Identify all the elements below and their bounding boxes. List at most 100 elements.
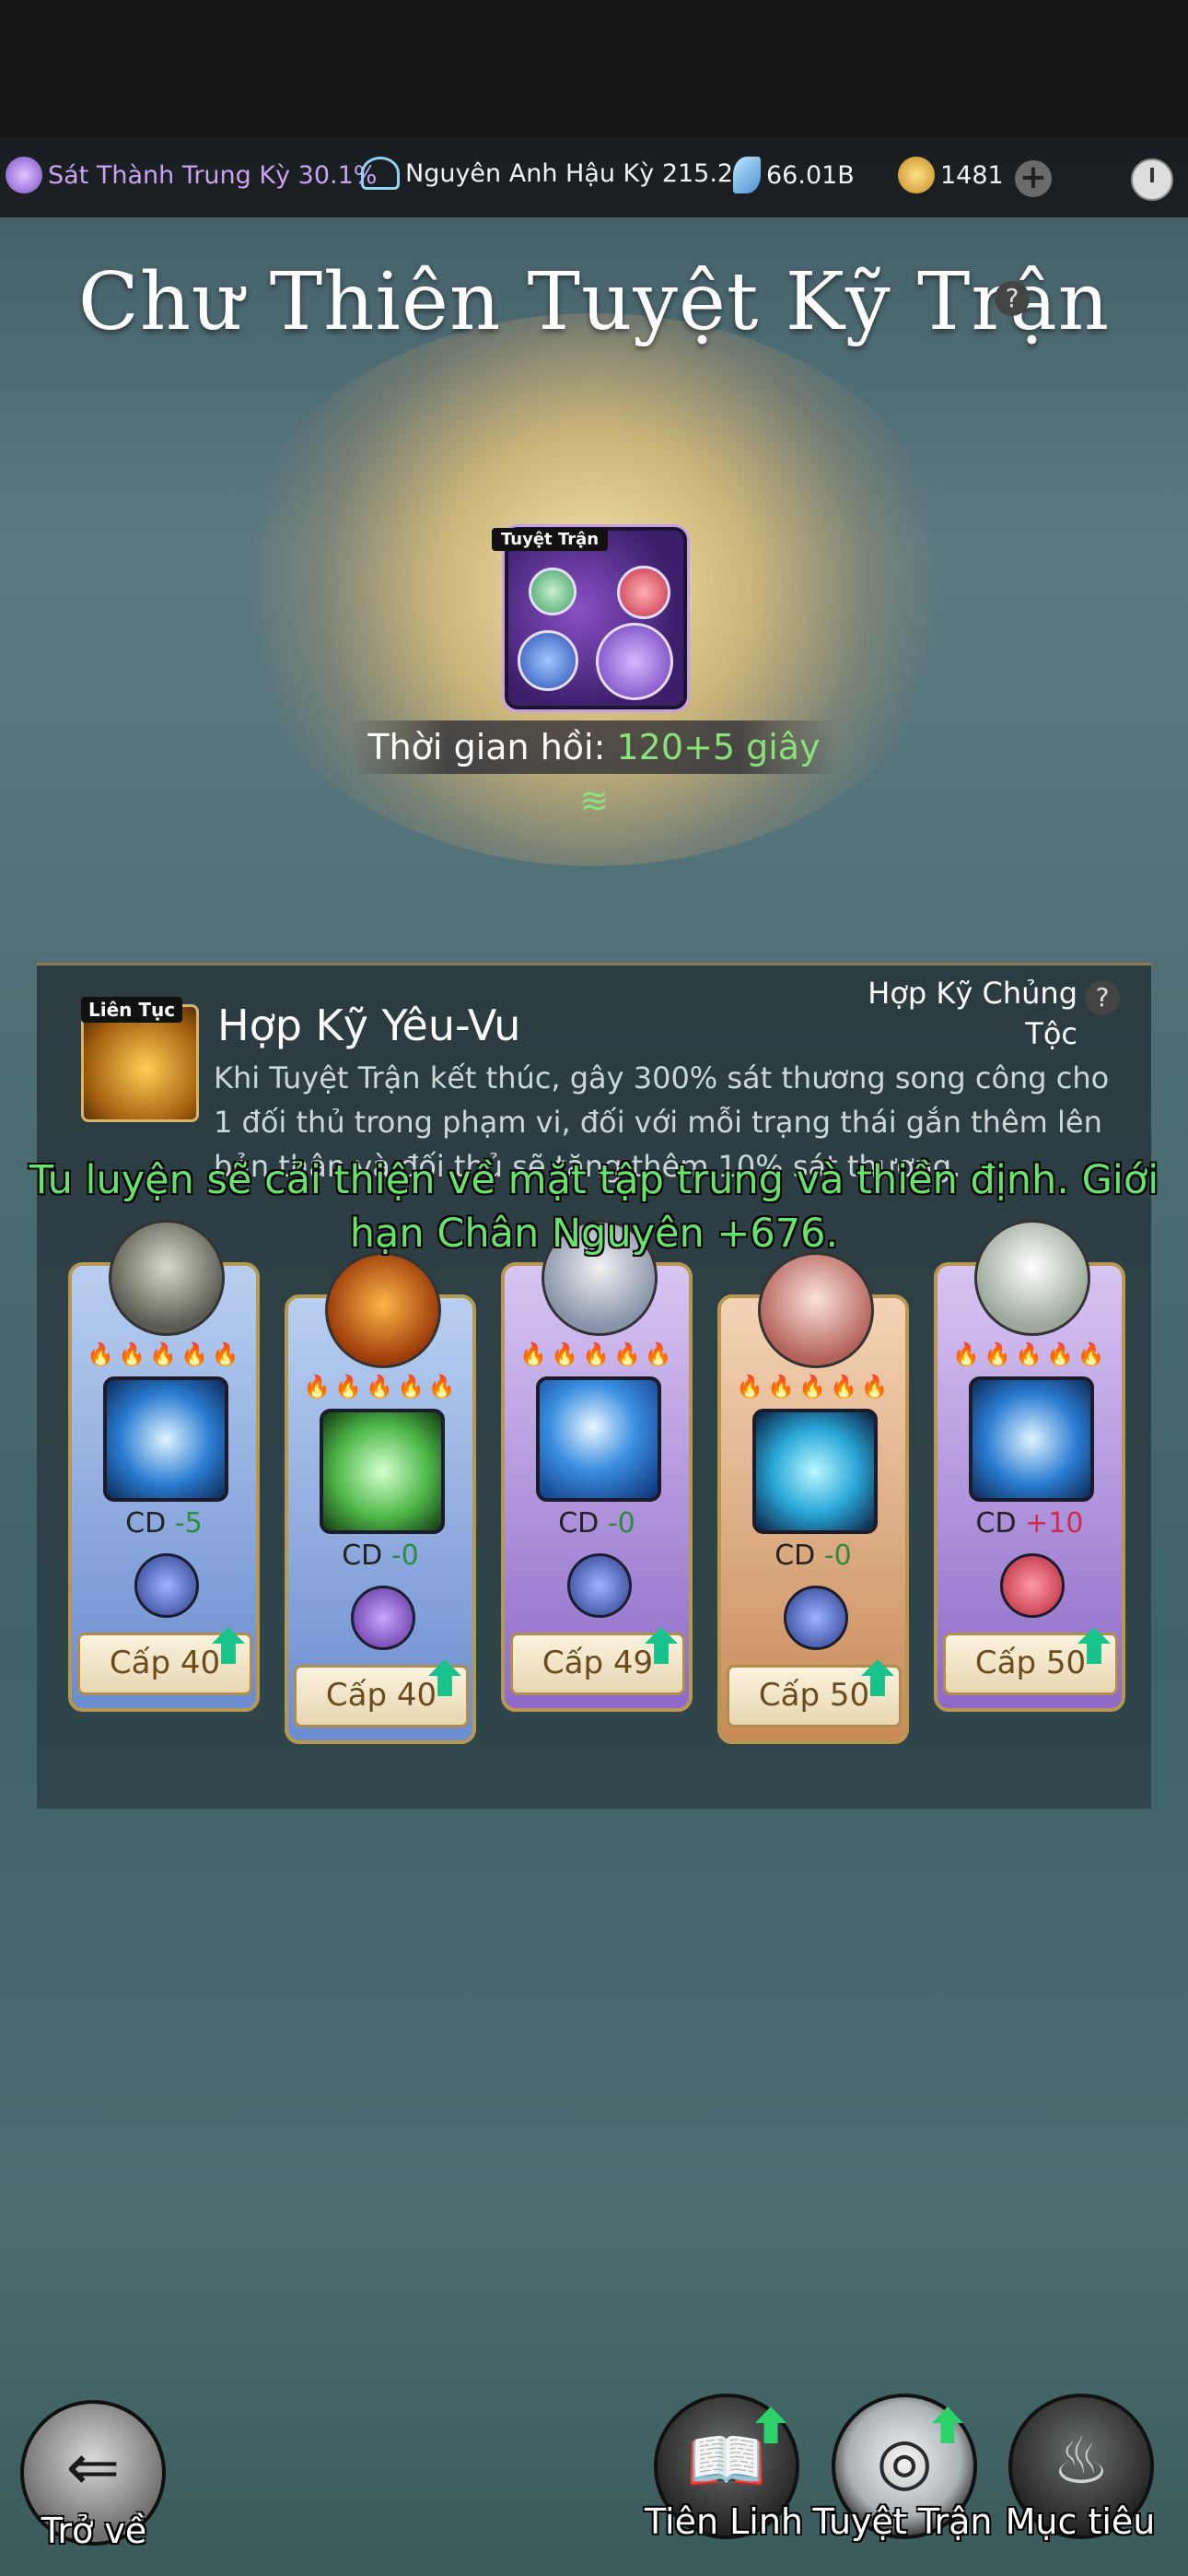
star-icon: 🔥 — [87, 1341, 115, 1367]
star-icon: 🔥 — [303, 1374, 332, 1399]
top-decorative-pattern — [0, 0, 1188, 138]
combo-skill-tag: Liên Tục — [81, 997, 183, 1023]
star-icon: 🔥 — [118, 1341, 146, 1367]
clock-icon[interactable] — [1131, 158, 1173, 201]
formation-orb-purple — [596, 623, 673, 700]
cd-value: -5 — [174, 1507, 203, 1540]
spirit-stone-stat[interactable]: 66.01B — [733, 157, 855, 193]
cooldown-label: Thời gian hồi: — [367, 727, 606, 767]
hero-portrait — [325, 1252, 441, 1368]
star-icon: 🔥 — [1045, 1341, 1074, 1367]
tuyet-tran-label: Tuyệt Trận — [812, 2501, 993, 2542]
star-icon: 🔥 — [334, 1374, 363, 1399]
element-water-icon — [134, 1553, 199, 1618]
muc-tieu-label: Mục tiêu — [1005, 2501, 1156, 2542]
star-icon: 🔥 — [366, 1374, 393, 1399]
hero-card-2[interactable]: 🔥 🔥 🔥 🔥 🔥 CD -0 Cấp 40 — [285, 1252, 476, 1744]
hero-portrait — [758, 1252, 874, 1368]
star-icon: 🔥 — [644, 1341, 672, 1367]
formation-orb-blue — [518, 630, 578, 691]
star-icon: 🔥 — [952, 1341, 981, 1367]
combo-skill-name: Hợp Kỹ Yêu-Vu — [217, 1001, 521, 1050]
soul-icon — [361, 157, 400, 190]
gold-stat[interactable]: 1481 — [898, 157, 1004, 193]
cooldown-value: 120+5 giây — [616, 727, 821, 767]
formation-icon[interactable] — [505, 527, 687, 709]
cd-value: -0 — [607, 1507, 635, 1540]
spirit-stone-text: 66.01B — [766, 160, 855, 190]
cd-label: CD — [342, 1540, 383, 1572]
star-rating: 🔥 🔥 🔥 🔥 🔥 — [518, 1341, 674, 1367]
star-icon: 🔥 — [798, 1374, 826, 1399]
cultivation-text: Sát Thành Trung Kỳ 30.1% — [48, 160, 378, 190]
soul-text: Nguyên Anh Hậu Kỳ 215.2% — [405, 158, 757, 188]
star-icon: 🔥 — [860, 1374, 889, 1399]
hero-skill-icon — [969, 1376, 1094, 1502]
formation-orb-green — [529, 568, 577, 615]
star-icon: 🔥 — [767, 1374, 796, 1399]
cooldown-display: Thời gian hồi: 120+5 giây ≋ — [350, 720, 838, 821]
hero-skill-icon — [320, 1409, 445, 1534]
spirit-stone-icon — [733, 157, 761, 193]
back-label: Trở về — [41, 2511, 147, 2551]
formation-tag: Tuyệt Trận — [492, 528, 609, 551]
combo-help-icon[interactable]: ? — [1085, 980, 1120, 1015]
star-icon: 🔥 — [1015, 1341, 1042, 1367]
element-fire-icon — [1000, 1553, 1065, 1618]
hero-card-3[interactable]: 🔥 🔥 🔥 🔥 🔥 CD -0 Cấp 49 — [501, 1220, 693, 1712]
hero-skill-icon — [752, 1409, 878, 1534]
hero-card-4[interactable]: 🔥 🔥 🔥 🔥 🔥 CD -0 Cấp 50 — [717, 1252, 909, 1744]
hero-card-5[interactable]: 🔥 🔥 🔥 🔥 🔥 CD +10 Cấp 50 — [934, 1220, 1125, 1712]
star-icon: 🔥 — [211, 1341, 239, 1367]
star-rating: 🔥 🔥 🔥 🔥 🔥 — [301, 1374, 458, 1399]
hero-card-1[interactable]: 🔥 🔥 🔥 🔥 🔥 CD -5 Cấp 40 — [68, 1220, 260, 1712]
cd-label: CD — [125, 1507, 167, 1540]
cultivation-toast: Tu luyện sẽ cải thiện về mặt tập trung v… — [29, 1157, 1159, 1257]
star-icon: 🔥 — [736, 1374, 764, 1399]
star-icon: 🔥 — [427, 1374, 456, 1399]
cooldown-upgrade-icon: ≋ — [579, 780, 609, 821]
star-icon: 🔥 — [396, 1374, 425, 1399]
formation-orb-red — [617, 566, 670, 619]
star-icon: 🔥 — [582, 1341, 610, 1367]
gold-icon — [898, 157, 935, 193]
hero-skill-icon — [103, 1376, 228, 1502]
star-icon: 🔥 — [149, 1341, 177, 1367]
element-water-icon — [784, 1586, 848, 1650]
element-void-icon — [351, 1586, 415, 1650]
star-rating: 🔥 🔥 🔥 🔥 🔥 — [734, 1374, 891, 1399]
element-water-icon — [567, 1553, 632, 1618]
star-icon: 🔥 — [551, 1341, 579, 1367]
cd-value: -0 — [823, 1540, 852, 1572]
cooldown-modifier: CD -0 — [288, 1540, 472, 1572]
star-icon: 🔥 — [984, 1341, 1012, 1367]
star-rating: 🔥 🔥 🔥 🔥 🔥 — [85, 1341, 241, 1367]
cooldown-modifier: CD -0 — [721, 1540, 905, 1572]
resource-bar: Sát Thành Trung Kỳ 30.1% Nguyên Anh Hậu … — [0, 138, 1188, 217]
star-icon: 🔥 — [519, 1341, 548, 1367]
star-icon: 🔥 — [1077, 1341, 1105, 1367]
cooldown-modifier: CD -5 — [72, 1507, 256, 1540]
star-icon: 🔥 — [612, 1341, 641, 1367]
gold-text: 1481 — [940, 160, 1004, 190]
cauldron-icon: ♨ — [1052, 2423, 1111, 2499]
cd-value: +10 — [1025, 1507, 1084, 1540]
combo-skill-type: Hợp Kỹ Chủng Tộc — [868, 976, 1077, 1051]
add-currency-button[interactable]: + — [1015, 160, 1052, 197]
star-icon: 🔥 — [180, 1341, 208, 1367]
star-icon: 🔥 — [829, 1374, 857, 1399]
cd-label: CD — [775, 1540, 816, 1572]
back-arrow-icon: ⇐ — [65, 2430, 121, 2505]
cd-label: CD — [975, 1507, 1017, 1540]
cd-value: -0 — [390, 1540, 419, 1572]
cooldown-modifier: CD -0 — [505, 1507, 689, 1540]
title-help-icon[interactable]: ? — [995, 281, 1030, 316]
hero-skill-icon — [536, 1376, 661, 1502]
tien-linh-label: Tiên Linh — [644, 2501, 804, 2542]
star-rating: 🔥 🔥 🔥 🔥 🔥 — [950, 1341, 1107, 1367]
cultivation-stat[interactable]: Sát Thành Trung Kỳ 30.1% — [6, 157, 377, 193]
cd-label: CD — [558, 1507, 600, 1540]
cooldown-modifier: CD +10 — [938, 1507, 1122, 1540]
soul-stat[interactable]: Nguyên Anh Hậu Kỳ 215.2% — [361, 157, 757, 190]
cultivation-icon — [6, 157, 42, 193]
